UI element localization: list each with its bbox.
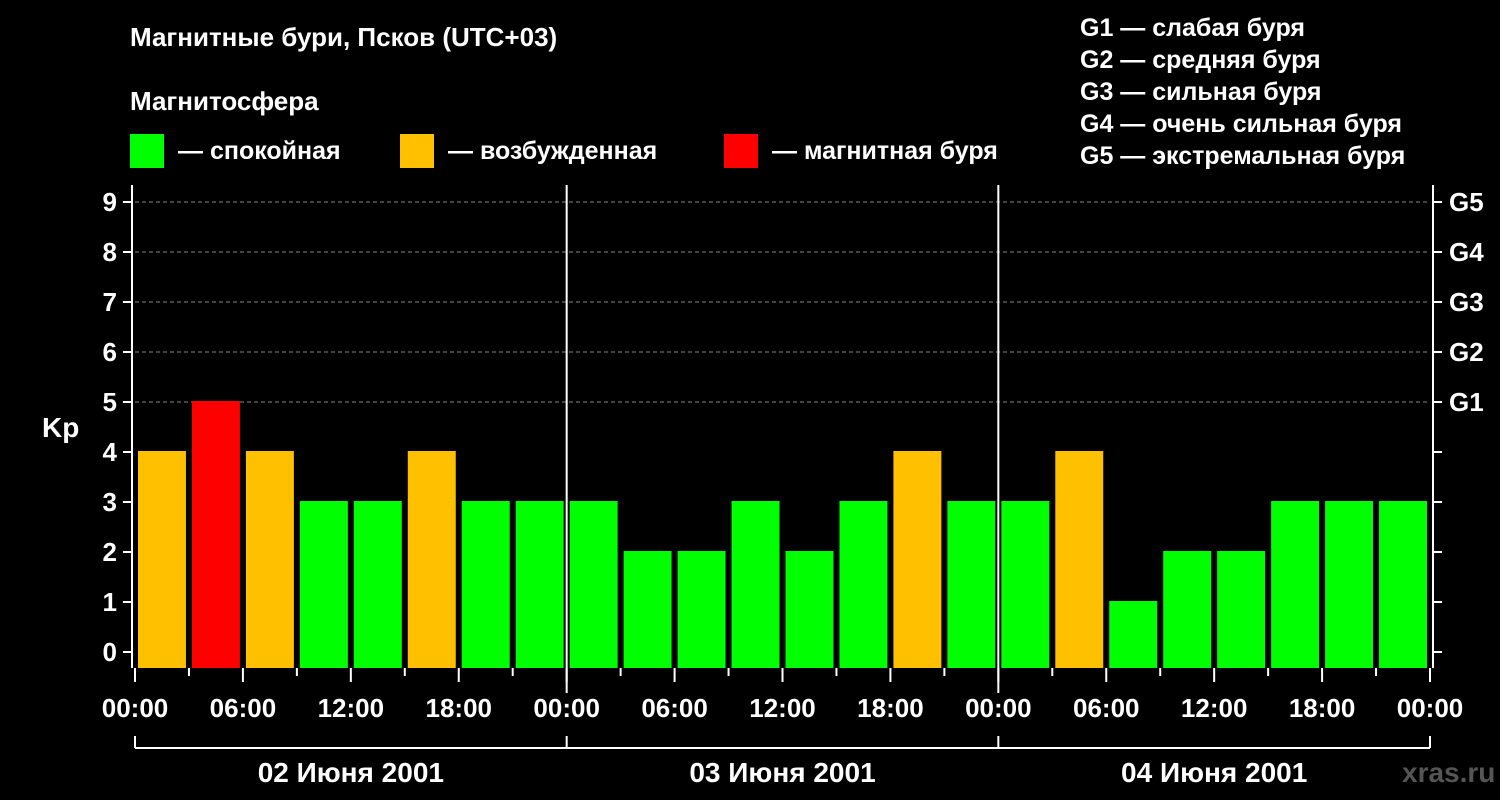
kp-bar xyxy=(1109,601,1158,668)
kp-bar xyxy=(677,551,726,668)
kp-bar xyxy=(353,501,402,668)
x-tick-label: 00:00 xyxy=(965,693,1032,723)
g-tick-label: G4 xyxy=(1449,237,1484,267)
kp-bar xyxy=(1325,501,1374,668)
g-tick-label: G3 xyxy=(1449,287,1484,317)
kp-bar xyxy=(1379,501,1427,668)
kp-bar xyxy=(1163,551,1212,668)
y-tick-label: 0 xyxy=(103,637,117,667)
kp-bar xyxy=(569,501,618,668)
kp-bar xyxy=(785,551,834,668)
kp-bar xyxy=(947,501,996,668)
y-tick-label: 9 xyxy=(103,187,117,217)
x-tick-label: 00:00 xyxy=(533,693,600,723)
g-tick-label: G5 xyxy=(1449,187,1484,217)
kp-bar xyxy=(515,501,564,668)
kp-bar xyxy=(731,501,780,668)
x-tick-label: 06:00 xyxy=(210,693,277,723)
kp-bar xyxy=(1271,501,1320,668)
day-label: 03 Июня 2001 xyxy=(689,757,875,788)
x-tick-label: 06:00 xyxy=(641,693,708,723)
kp-bar xyxy=(893,451,942,668)
y-tick-label: 6 xyxy=(103,337,117,367)
y-tick-label: 2 xyxy=(103,537,117,567)
kp-bar-chart: 0 1 2 3 4 5 6 7 8 9 G1 G2 G3 G4 G5 Kp 00:00 06:00 12:00 18:… xyxy=(42,185,1484,788)
kp-bar xyxy=(839,501,888,668)
day-label: 02 Июня 2001 xyxy=(258,757,444,788)
x-tick-label: 18:00 xyxy=(1289,693,1356,723)
day-label: 04 Июня 2001 xyxy=(1121,757,1307,788)
kp-bar xyxy=(1055,451,1104,668)
kp-bar xyxy=(138,451,186,668)
y-tick-label: 4 xyxy=(103,437,118,467)
x-tick-label: 06:00 xyxy=(1073,693,1140,723)
kp-bar xyxy=(461,501,510,668)
g-tick-label: G2 xyxy=(1449,337,1484,367)
y-tick-label: 3 xyxy=(103,487,117,517)
x-tick-label: 12:00 xyxy=(1181,693,1248,723)
kp-bar xyxy=(1217,551,1266,668)
y-tick-label: 5 xyxy=(103,387,117,417)
kp-bar xyxy=(623,551,672,668)
y-tick-label: 1 xyxy=(103,587,117,617)
kp-bar xyxy=(245,451,294,668)
kp-bar xyxy=(299,501,348,668)
kp-bar xyxy=(191,401,240,668)
kp-bar xyxy=(407,451,456,668)
x-tick-label: 00:00 xyxy=(1397,693,1464,723)
x-tick-label: 18:00 xyxy=(857,693,924,723)
kp-bar xyxy=(1001,501,1050,668)
x-tick-label: 12:00 xyxy=(749,693,816,723)
g-tick-label: G1 xyxy=(1449,387,1484,417)
y-tick-label: 8 xyxy=(103,237,117,267)
y-axis-label: Kp xyxy=(42,412,79,443)
y-tick-label: 7 xyxy=(103,287,117,317)
x-tick-label: 00:00 xyxy=(102,693,169,723)
x-tick-label: 12:00 xyxy=(318,693,385,723)
x-tick-label: 18:00 xyxy=(426,693,493,723)
watermark: xras.ru xyxy=(1402,757,1496,788)
